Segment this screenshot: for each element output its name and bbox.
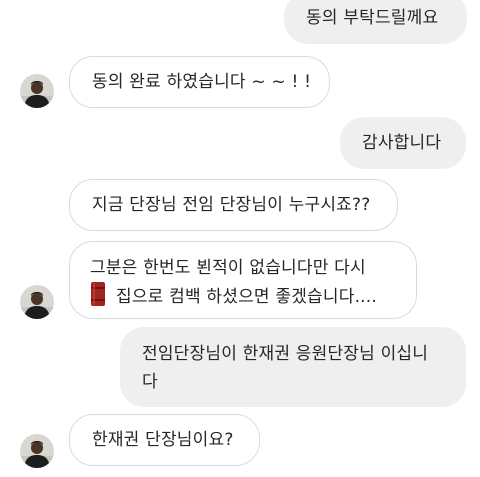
- message-text-line: 다: [142, 372, 158, 392]
- avatar-photo-icon: [20, 434, 54, 468]
- message-text-line-with-icon: 집으로 컴백 하셨으면 좋겠습니다....: [90, 282, 416, 311]
- received-message-bubble[interactable]: 동의 완료 하였습니다 ~ ~ ! !: [69, 56, 330, 108]
- message-text: 동의 부탁드릴께요: [306, 8, 439, 28]
- message-text-block: 전임단장님이 한재권 응원단장님 이십니 다: [142, 340, 428, 396]
- sender-avatar[interactable]: [20, 434, 54, 468]
- sender-avatar[interactable]: [20, 285, 54, 319]
- message-text: 한재권 단장님이요?: [92, 430, 234, 450]
- message-text-line: 전임단장님이 한재권 응원단장님 이십니: [142, 344, 429, 364]
- avatar-photo-icon: [20, 74, 54, 108]
- sent-message-bubble[interactable]: 감사합니다: [340, 117, 466, 169]
- sent-message-bubble[interactable]: 동의 부탁드릴께요: [284, 0, 467, 44]
- message-text: 집으로 컴백 하셨으면 좋겠습니다....: [116, 287, 377, 307]
- received-message-bubble[interactable]: 한재권 단장님이요?: [69, 414, 260, 466]
- message-text: 동의 완료 하였습니다 ~ ~ ! !: [92, 72, 312, 92]
- message-text: 감사합니다: [362, 133, 442, 153]
- oil-barrel-icon: [91, 282, 105, 306]
- message-text-line: 그분은 한번도 뵌적이 없습니다만 다시: [90, 258, 366, 278]
- message-text: 지금 단장님 전임 단장님이 누구시죠??: [92, 195, 371, 215]
- avatar-photo-icon: [20, 285, 54, 319]
- sender-avatar[interactable]: [20, 74, 54, 108]
- received-message-bubble[interactable]: 지금 단장님 전임 단장님이 누구시죠??: [69, 179, 398, 231]
- received-message-bubble[interactable]: 그분은 한번도 뵌적이 없습니다만 다시 집으로 컴백 하셨으면 좋겠습니다..…: [69, 241, 417, 319]
- sent-message-bubble[interactable]: 전임단장님이 한재권 응원단장님 이십니 다: [120, 327, 466, 407]
